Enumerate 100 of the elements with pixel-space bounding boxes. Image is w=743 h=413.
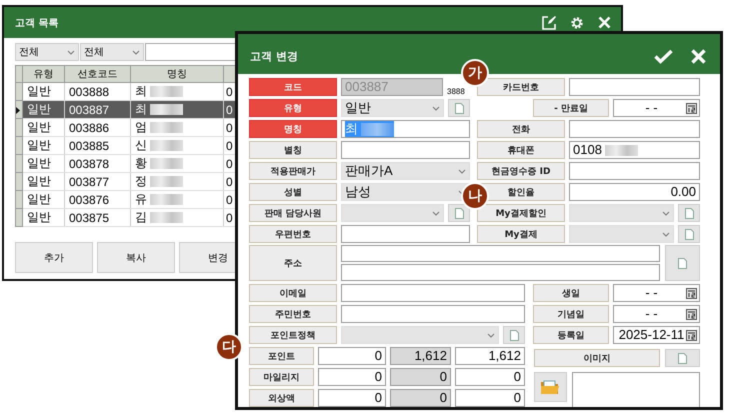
table-cell: 황	[135, 156, 183, 170]
confirm-check-icon[interactable]	[654, 49, 673, 64]
table-row[interactable]: 일반 003885 신 0	[16, 136, 238, 154]
chevron-down-icon	[432, 106, 440, 110]
field-label: 카드번호	[477, 78, 565, 96]
input-field[interactable]	[341, 225, 470, 243]
input-field[interactable]	[341, 245, 660, 262]
action-button[interactable]: 추가	[15, 242, 93, 273]
dropdown[interactable]: 남성	[341, 183, 470, 201]
image-label: 이미지	[534, 349, 660, 367]
field-label: - 만료일	[533, 99, 609, 117]
close-icon[interactable]	[691, 49, 706, 64]
date-field[interactable]: 2025-12-11	[613, 326, 700, 344]
number-field[interactable]: 1,612	[390, 347, 451, 365]
calendar-icon[interactable]	[686, 330, 697, 340]
input-field[interactable]	[341, 305, 525, 323]
document-button[interactable]	[678, 225, 700, 243]
table-cell: 일반	[22, 100, 64, 118]
calendar-icon[interactable]	[686, 102, 697, 114]
document-icon	[510, 330, 518, 340]
input-field[interactable]	[569, 162, 700, 180]
input-field[interactable]	[569, 78, 700, 96]
chevron-down-icon	[132, 50, 140, 54]
number-field[interactable]: 0	[455, 389, 525, 407]
table-cell: 0	[226, 120, 233, 134]
calendar-icon[interactable]	[686, 308, 697, 320]
table-row[interactable]: 일반 003887 최 0	[16, 100, 238, 118]
document-button[interactable]	[678, 204, 700, 222]
document-icon	[454, 102, 464, 114]
input-field[interactable]	[341, 284, 525, 302]
callout-badge: 다	[215, 333, 243, 361]
field-label: 현금영수증 ID	[477, 162, 565, 180]
dropdown[interactable]: 판매가A	[341, 162, 470, 180]
input-field[interactable]	[341, 264, 660, 281]
filter-dropdown[interactable]: 전체	[15, 43, 79, 61]
table-cell: 최	[135, 84, 183, 98]
number-field[interactable]: 0	[318, 347, 386, 365]
number-field[interactable]: 1,612	[455, 347, 525, 365]
table-row[interactable]: 일반 003875 김 0	[16, 208, 238, 226]
date-field[interactable]: - -	[613, 305, 700, 323]
table-cell: 일반	[22, 136, 64, 154]
open-folder-button[interactable]	[534, 372, 567, 402]
input-field[interactable]: 0.00	[569, 183, 700, 201]
number-field[interactable]: 0	[455, 368, 525, 386]
table-cell: 김	[135, 210, 183, 224]
table-row[interactable]: 일반 003878 황 0	[16, 154, 238, 172]
table-cell: 0	[226, 156, 233, 170]
filter-dropdown[interactable]: 전체	[80, 43, 144, 61]
field-label: 이메일	[249, 284, 337, 302]
window-title: 고객 목록	[15, 16, 58, 30]
input-field[interactable]	[341, 141, 470, 159]
code-field: 003887	[341, 78, 443, 96]
table-cell: 003877	[64, 172, 130, 190]
close-icon[interactable]	[598, 16, 611, 29]
calendar-icon[interactable]	[686, 288, 697, 298]
gear-icon[interactable]	[570, 16, 584, 30]
document-button[interactable]	[448, 204, 470, 222]
table-cell: 신	[135, 138, 183, 152]
action-button[interactable]: 복사	[97, 242, 175, 273]
number-field[interactable]: 0	[318, 389, 386, 407]
dropdown[interactable]: 일반	[341, 99, 444, 117]
table-row[interactable]: 일반 003886 엄 0	[16, 118, 238, 136]
number-field[interactable]: 0	[318, 368, 386, 386]
field-label: 포인트정책	[249, 326, 337, 344]
table-row[interactable]: 일반 003877 정 0	[16, 172, 238, 190]
chevron-down-icon	[67, 50, 75, 54]
folder-icon	[540, 379, 560, 395]
table-cell: 최	[135, 102, 183, 116]
field-label: 별칭	[249, 141, 337, 159]
table-cell: 일반	[22, 172, 64, 190]
table-cell: 일반	[22, 154, 64, 172]
document-icon	[684, 228, 694, 240]
chevron-down-icon	[432, 210, 440, 216]
field-label: My결제할인	[477, 204, 565, 222]
table-cell: 0	[226, 192, 233, 206]
document-icon	[684, 208, 694, 218]
table-cell: 일반	[22, 190, 64, 208]
column-header[interactable]: 유형	[22, 66, 64, 82]
document-button[interactable]	[503, 326, 525, 344]
input-field[interactable]	[569, 120, 700, 138]
number-field[interactable]: 0	[390, 368, 451, 386]
date-field[interactable]: - -	[613, 99, 700, 117]
column-header[interactable]: 선호코드	[64, 66, 130, 82]
document-button[interactable]	[665, 245, 700, 281]
field-label: 주소	[249, 245, 337, 281]
document-button[interactable]	[448, 99, 470, 117]
table-row[interactable]: 일반 003876 유 0	[16, 190, 238, 208]
field-label: 성별	[249, 183, 337, 201]
field-label: 유형	[249, 99, 337, 117]
document-button[interactable]	[665, 349, 700, 367]
chevron-down-icon	[458, 168, 466, 174]
input-field[interactable]: 0108	[569, 141, 700, 159]
edit-icon[interactable]	[542, 16, 556, 30]
number-field[interactable]: 0	[390, 389, 451, 407]
table-cell: 엄	[135, 120, 183, 134]
column-header[interactable]: 명칭	[130, 66, 224, 82]
field-label: 등록일	[533, 326, 609, 344]
table-cell: 유	[135, 192, 183, 206]
table-cell: 일반	[22, 118, 64, 136]
date-field[interactable]: - -	[613, 284, 700, 302]
